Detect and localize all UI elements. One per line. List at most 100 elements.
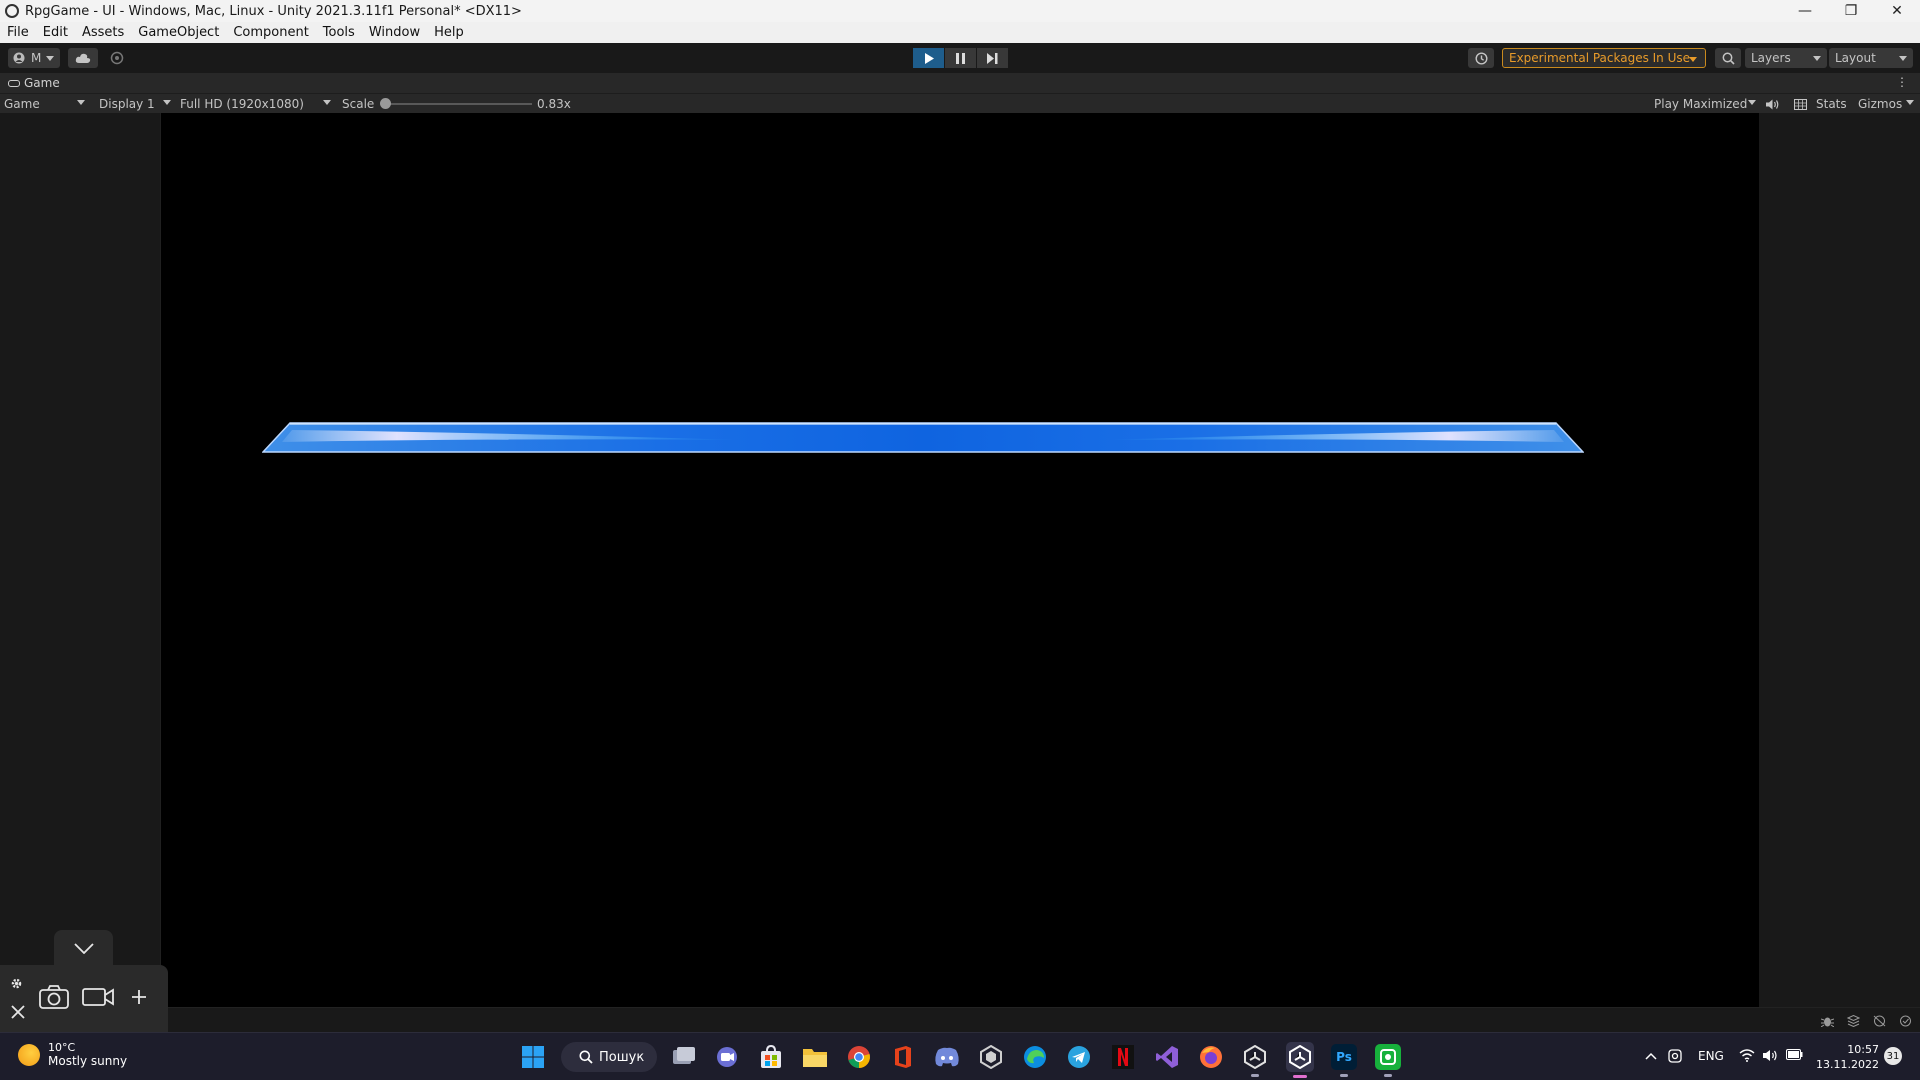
telegram-icon <box>1068 1046 1090 1068</box>
show-hidden-icons-button[interactable] <box>1645 1049 1657 1063</box>
unity-icon <box>1289 1045 1311 1069</box>
more-options-icon[interactable]: ⋮ <box>1896 75 1908 89</box>
netflix-button[interactable] <box>1110 1044 1136 1070</box>
teams-chat-button[interactable] <box>714 1044 740 1070</box>
volume-icon[interactable] <box>1763 1049 1778 1065</box>
photoshop-button[interactable]: Ps <box>1331 1044 1357 1077</box>
edge-button[interactable] <box>1022 1044 1048 1070</box>
unity-editor-button[interactable] <box>1286 1042 1314 1078</box>
language-indicator[interactable]: ENG <box>1698 1049 1724 1063</box>
office-button[interactable] <box>890 1044 916 1070</box>
account-dropdown[interactable]: M <box>8 48 60 68</box>
visual-studio-button[interactable] <box>1154 1044 1180 1070</box>
tab-game[interactable]: Game <box>0 73 70 93</box>
pause-button[interactable] <box>945 48 976 68</box>
notification-badge[interactable]: 31 <box>1884 1047 1902 1065</box>
cloud-button[interactable] <box>68 48 98 68</box>
step-icon <box>987 52 998 64</box>
record-video-button[interactable] <box>82 987 114 1007</box>
chevron-down-icon <box>323 100 331 105</box>
weather-widget[interactable]: 10°C Mostly sunny <box>18 1041 127 1068</box>
gizmos-button[interactable]: Gizmos <box>1858 96 1902 112</box>
collab-icon <box>110 51 124 65</box>
file-explorer-button[interactable] <box>802 1044 828 1070</box>
green-app-button[interactable] <box>1375 1044 1401 1077</box>
chevron-down-icon <box>163 100 171 105</box>
chevron-down-icon <box>1813 56 1821 61</box>
check-circle-icon[interactable] <box>1899 1015 1912 1027</box>
collab-button[interactable] <box>106 48 128 68</box>
taskbar-clock[interactable]: 10:57 13.11.2022 <box>1816 1042 1879 1072</box>
view-mode-dropdown[interactable]: Game <box>4 96 40 112</box>
menu-gameobject[interactable]: GameObject <box>131 25 226 40</box>
capture-settings-button[interactable] <box>10 977 23 990</box>
chevron-down-icon <box>1689 57 1697 62</box>
firefox-button[interactable] <box>1198 1044 1224 1070</box>
play-button[interactable] <box>913 48 944 68</box>
grid-icon <box>1794 98 1807 110</box>
store-button[interactable] <box>758 1044 784 1070</box>
wifi-icon[interactable] <box>1739 1049 1755 1065</box>
vsync-button[interactable] <box>1794 96 1807 112</box>
game-view-toolbar: Game Display 1 Full HD (1920x1080) Scale… <box>0 93 1920 113</box>
cloud-icon <box>75 53 91 63</box>
start-button[interactable] <box>520 1044 546 1070</box>
running-indicator <box>1251 1074 1259 1077</box>
scale-slider-thumb[interactable] <box>380 98 391 109</box>
visual-studio-icon <box>1156 1046 1178 1068</box>
app-icon <box>1380 1049 1396 1065</box>
close-window-button[interactable]: ✕ <box>1874 0 1920 22</box>
tray-app-icon <box>1668 1049 1682 1063</box>
mute-audio-button[interactable] <box>1766 96 1779 112</box>
capture-collapse-button[interactable] <box>54 930 113 967</box>
account-label: M <box>31 51 42 65</box>
tray-app-button[interactable] <box>1668 1049 1682 1066</box>
menu-assets[interactable]: Assets <box>75 25 131 40</box>
blue-bar-sprite <box>262 422 1584 453</box>
resolution-dropdown[interactable]: Full HD (1920x1080) <box>180 96 304 112</box>
menu-window[interactable]: Window <box>362 25 427 40</box>
clock-time: 10:57 <box>1847 1043 1879 1056</box>
edge-icon <box>1024 1046 1046 1068</box>
menu-help[interactable]: Help <box>427 25 471 40</box>
window-title: RpgGame - UI - Windows, Mac, Linux - Uni… <box>25 3 522 19</box>
unity-hub-2-button[interactable] <box>1242 1044 1268 1077</box>
search-icon <box>1722 52 1735 65</box>
battery-icon[interactable] <box>1786 1049 1803 1063</box>
main-toolbar: M Experimental Packages In Use Layers La… <box>0 43 1920 73</box>
game-canvas[interactable] <box>161 113 1759 1007</box>
add-capture-button[interactable] <box>131 989 147 1005</box>
unity-hub-button[interactable] <box>978 1044 1004 1070</box>
stack-icon[interactable] <box>1847 1015 1860 1027</box>
screenshot-button[interactable] <box>39 985 69 1009</box>
chrome-button[interactable] <box>846 1044 872 1070</box>
menu-edit[interactable]: Edit <box>36 25 75 40</box>
task-view-button[interactable] <box>671 1044 697 1070</box>
layout-dropdown[interactable]: Layout <box>1829 48 1913 68</box>
display-dropdown[interactable]: Display 1 <box>99 96 155 112</box>
capture-close-button[interactable] <box>11 1005 25 1019</box>
play-mode-dropdown[interactable]: Play Maximized <box>1654 96 1747 112</box>
running-indicator <box>1384 1074 1392 1077</box>
stats-button[interactable]: Stats <box>1816 96 1847 112</box>
unity-logo-icon <box>5 4 19 18</box>
discord-button[interactable] <box>934 1044 960 1070</box>
search-button[interactable] <box>1715 48 1741 68</box>
menu-file[interactable]: File <box>0 25 36 40</box>
taskbar-search[interactable]: Пошук <box>561 1042 657 1072</box>
task-view-icon <box>673 1047 695 1064</box>
bug-icon[interactable] <box>1821 1015 1834 1027</box>
layers-label: Layers <box>1751 51 1791 65</box>
menu-component[interactable]: Component <box>226 25 315 40</box>
restore-button[interactable]: ❐ <box>1828 0 1874 22</box>
scale-slider-track[interactable] <box>386 103 532 105</box>
camera-icon <box>39 985 69 1009</box>
menu-tools[interactable]: Tools <box>316 25 362 40</box>
history-button[interactable] <box>1468 48 1494 68</box>
step-button[interactable] <box>977 48 1008 68</box>
minimize-button[interactable]: — <box>1782 0 1828 22</box>
experimental-packages-dropdown[interactable]: Experimental Packages In Use <box>1502 48 1706 68</box>
telegram-button[interactable] <box>1066 1044 1092 1070</box>
layers-dropdown[interactable]: Layers <box>1745 48 1827 68</box>
network-icon[interactable] <box>1873 1015 1886 1027</box>
